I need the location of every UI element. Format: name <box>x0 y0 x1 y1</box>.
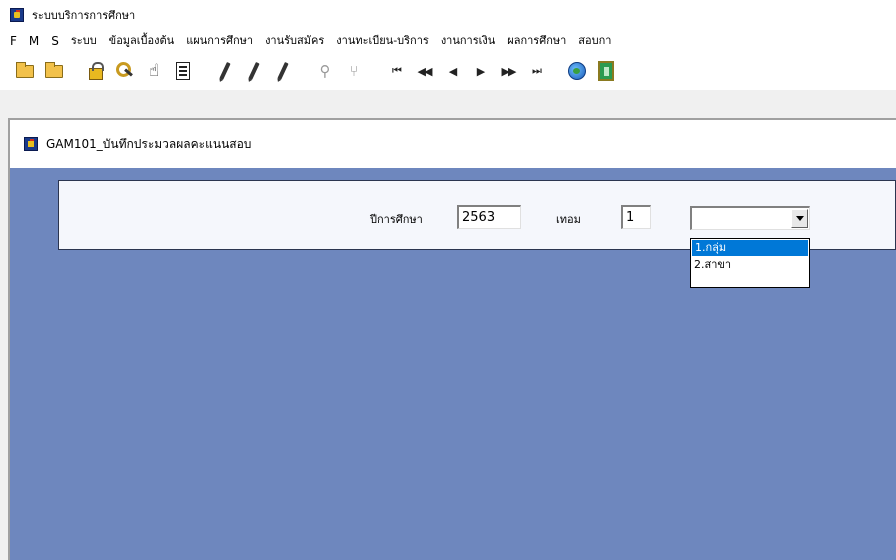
first-record-icon: ⏮ <box>392 64 402 77</box>
chevron-down-icon[interactable] <box>791 209 808 228</box>
toolbar-separator <box>305 58 306 84</box>
child-window-title: GAM101_บันทึกประมวลผลคะแนนสอบ <box>46 136 252 151</box>
lock-icon <box>89 61 104 80</box>
save-folder-button[interactable] <box>41 57 67 85</box>
child-window-icon <box>24 137 38 151</box>
menu-bar: F M S ระบบ ข้อมูลเบื้องต้น แผนการศึกษา ง… <box>0 30 896 52</box>
semester-label: เทอม <box>556 213 581 226</box>
toolbar-separator <box>557 58 558 84</box>
exit-door-icon <box>598 61 614 81</box>
toolbar-separator <box>205 58 206 84</box>
keys-button[interactable] <box>112 57 138 85</box>
academic-year-input[interactable]: 2563 <box>457 205 521 229</box>
app-title-bar: ระบบบริการการศึกษา <box>0 0 896 30</box>
app-icon <box>10 8 24 22</box>
pencil-icon <box>219 61 231 81</box>
rewind-icon: ◀◀ <box>417 64 433 78</box>
hand-icon: ☝ <box>148 61 160 81</box>
rewind-button[interactable]: ◀◀ <box>411 57 437 85</box>
previous-icon: ◀ <box>448 64 458 78</box>
document-button[interactable] <box>170 57 196 85</box>
fast-forward-button[interactable]: ▶▶ <box>495 57 521 85</box>
dropdown-option-major[interactable]: 2.สาขา <box>691 257 809 273</box>
globe-icon <box>568 62 586 80</box>
filter-button[interactable]: ⑂ <box>341 57 367 85</box>
pencil-add-icon <box>248 61 260 81</box>
exit-button[interactable] <box>593 57 619 85</box>
menu-finance[interactable]: งานการเงิน <box>435 30 501 52</box>
menu-m[interactable]: M <box>23 30 45 52</box>
find-button[interactable]: ⚲ <box>312 57 338 85</box>
menu-study-results[interactable]: ผลการศึกษา <box>501 30 572 52</box>
academic-year-label: ปีการศึกษา <box>370 213 423 226</box>
menu-admission[interactable]: งานรับสมัคร <box>259 30 330 52</box>
toolbar-separator <box>376 58 377 84</box>
filter-icon: ⑂ <box>349 62 359 80</box>
keys-icon <box>116 62 134 80</box>
menu-registration-service[interactable]: งานทะเบียน-บริการ <box>330 30 435 52</box>
semester-input[interactable]: 1 <box>621 205 651 229</box>
open-folder-button[interactable] <box>12 57 38 85</box>
last-record-icon: ⏭ <box>532 64 542 77</box>
modify-button[interactable] <box>270 57 296 85</box>
toolbar: ☝ ⚲ ⑂ ⏮ ◀◀ ◀ ▶ ▶▶ ⏭ <box>0 52 896 90</box>
document-icon <box>176 62 190 80</box>
pencil-edit-icon <box>277 61 289 81</box>
menu-system[interactable]: ระบบ <box>65 30 103 52</box>
binoculars-icon: ⚲ <box>319 62 331 80</box>
type-dropdown-list: 1.กลุ่ม 2.สาขา <box>690 238 810 288</box>
web-button[interactable] <box>564 57 590 85</box>
child-window-title-bar: GAM101_บันทึกประมวลผลคะแนนสอบ <box>10 120 896 168</box>
first-record-button[interactable]: ⏮ <box>383 57 409 85</box>
app-title: ระบบบริการการศึกษา <box>32 9 136 22</box>
open-folder-icon <box>16 61 34 78</box>
menu-s[interactable]: S <box>45 30 65 52</box>
dropdown-option-group[interactable]: 1.กลุ่ม <box>692 240 808 256</box>
toolbar-separator <box>76 58 77 84</box>
menu-basic-data[interactable]: ข้อมูลเบื้องต้น <box>103 30 181 52</box>
add-button[interactable] <box>241 57 267 85</box>
type-select[interactable] <box>690 206 810 230</box>
menu-exam[interactable]: สอบกา <box>572 30 617 52</box>
edit-button[interactable] <box>212 57 238 85</box>
menu-f[interactable]: F <box>4 30 23 52</box>
toolbar-separator <box>628 58 629 84</box>
save-folder-icon <box>45 61 63 78</box>
next-button[interactable]: ▶ <box>467 57 493 85</box>
hand-button[interactable]: ☝ <box>141 57 167 85</box>
next-icon: ▶ <box>476 64 486 78</box>
previous-button[interactable]: ◀ <box>439 57 465 85</box>
fast-forward-icon: ▶▶ <box>501 64 517 78</box>
lock-button[interactable] <box>83 57 109 85</box>
menu-study-plan[interactable]: แผนการศึกษา <box>180 30 259 52</box>
last-record-button[interactable]: ⏭ <box>523 57 549 85</box>
